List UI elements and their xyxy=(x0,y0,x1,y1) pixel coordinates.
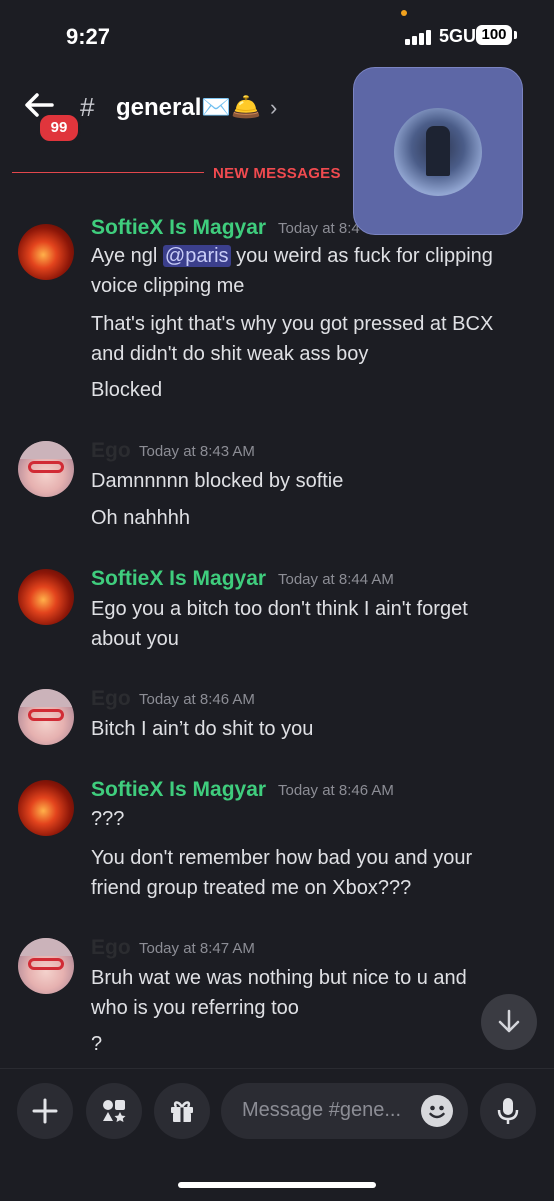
message-line: and didn't do shit weak ass boy xyxy=(91,343,369,365)
gift-button[interactable] xyxy=(154,1083,210,1139)
timestamp: Today at 8:46 AM xyxy=(139,691,255,708)
timestamp: Today at 8:46 AM xyxy=(278,782,394,799)
apps-button[interactable] xyxy=(86,1083,142,1139)
timestamp: Today at 8:43 AM xyxy=(139,443,255,460)
message-line: Ego you a bitch too don't think I ain't … xyxy=(91,598,468,620)
message-line: voice clipping me xyxy=(91,275,245,297)
message-line: Aye ngl @paris you weird as fuck for cli… xyxy=(91,245,493,268)
gift-icon xyxy=(171,1101,193,1122)
microphone-icon xyxy=(497,1098,519,1124)
avatar[interactable] xyxy=(18,441,74,497)
user-mention[interactable]: @paris xyxy=(162,245,231,267)
message-line: Bitch I ain’t do shit to you xyxy=(91,718,314,740)
avatar[interactable] xyxy=(18,224,74,280)
arrow-down-icon xyxy=(498,1009,520,1033)
emoji-icon[interactable] xyxy=(421,1095,453,1127)
message-line: Damnnnnn blocked by softie xyxy=(91,470,344,492)
avatar[interactable] xyxy=(18,780,74,836)
pip-avatar xyxy=(394,108,482,196)
message-line: ? xyxy=(91,1033,103,1055)
author-name[interactable]: SoftieX Is Magyar xyxy=(91,567,266,591)
message-line: Oh nahhhh xyxy=(91,507,190,529)
apps-icon xyxy=(103,1100,126,1122)
message-line: You don't remember how bad you and your xyxy=(91,847,473,869)
author-name[interactable]: SoftieX Is Magyar xyxy=(91,216,266,240)
timestamp: Today at 8:4 xyxy=(278,220,360,237)
author-name[interactable]: Ego xyxy=(91,687,131,711)
message-text: Aye ngl xyxy=(91,245,163,267)
emoji-face-icon xyxy=(429,1105,445,1119)
composer-bar: Message #gene... xyxy=(0,1068,554,1201)
message-text: you weird as fuck for clipping xyxy=(230,245,493,267)
author-name[interactable]: Ego xyxy=(91,936,131,960)
avatar[interactable] xyxy=(18,689,74,745)
add-attachment-button[interactable] xyxy=(17,1083,73,1139)
author-name[interactable]: Ego xyxy=(91,439,131,463)
message-line: about you xyxy=(91,628,179,650)
new-messages-divider-left xyxy=(12,172,204,173)
timestamp: Today at 8:44 AM xyxy=(278,571,394,588)
message-line: That's ight that's why you got pressed a… xyxy=(91,313,494,335)
author-name[interactable]: SoftieX Is Magyar xyxy=(91,778,266,802)
avatar[interactable] xyxy=(18,938,74,994)
message-line: Bruh wat we was nothing but nice to u an… xyxy=(91,967,467,989)
message-input[interactable]: Message #gene... xyxy=(221,1083,468,1139)
scroll-to-bottom-button[interactable] xyxy=(481,994,537,1050)
timestamp: Today at 8:47 AM xyxy=(139,940,255,957)
message-line: Blocked xyxy=(91,379,163,401)
picture-in-picture[interactable] xyxy=(353,67,523,235)
avatar[interactable] xyxy=(18,569,74,625)
message-line: who is you referring too xyxy=(91,997,299,1019)
new-messages-label: NEW MESSAGES xyxy=(213,165,341,182)
home-indicator xyxy=(178,1182,376,1188)
message-line: ??? xyxy=(91,808,125,830)
message-line: friend group treated me on Xbox??? xyxy=(91,877,412,899)
message-input-placeholder: Message #gene... xyxy=(242,1099,401,1121)
plus-icon xyxy=(32,1098,58,1124)
voice-message-button[interactable] xyxy=(480,1083,536,1139)
